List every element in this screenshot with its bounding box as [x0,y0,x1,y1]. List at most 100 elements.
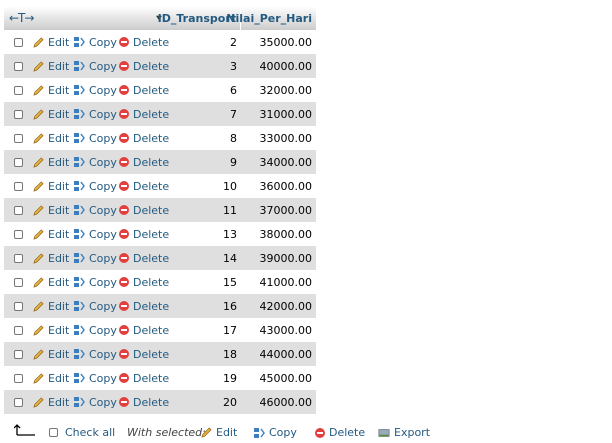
row-delete-button[interactable]: Delete [119,156,176,169]
row-edit-button[interactable]: Edit [33,372,73,385]
delete-icon [119,397,129,407]
row-delete-button[interactable]: Delete [119,324,176,337]
row-delete-button[interactable]: Delete [119,300,176,313]
row-copy-label: Copy [89,395,117,409]
delete-icon [119,229,129,239]
row-checkbox[interactable] [14,301,23,311]
delete-icon [119,181,129,191]
bulk-edit-button[interactable]: Edit [201,426,237,439]
row-checkbox[interactable] [14,253,23,263]
row-copy-button[interactable]: Copy [73,84,119,97]
row-checkbox[interactable] [14,157,23,167]
row-checkbox-cell [4,301,33,311]
delete-icon [119,301,129,311]
row-delete-button[interactable]: Delete [119,84,176,97]
row-delete-button[interactable]: Delete [119,252,176,265]
row-delete-button[interactable]: Delete [119,204,176,217]
row-checkbox-cell [4,37,33,47]
check-all-label[interactable]: Check all [65,426,115,439]
row-delete-button[interactable]: Delete [119,228,176,241]
delete-icon [119,349,129,359]
row-checkbox[interactable] [14,61,23,71]
row-delete-button[interactable]: Delete [119,372,176,385]
row-checkbox[interactable] [14,181,23,191]
row-edit-button[interactable]: Edit [33,300,73,313]
row-copy-button[interactable]: Copy [73,396,119,409]
row-edit-button[interactable]: Edit [33,348,73,361]
row-checkbox-cell [4,157,33,167]
bulk-delete-button[interactable]: Delete [315,426,365,439]
row-edit-button[interactable]: Edit [33,180,73,193]
bulk-copy-label: Copy [269,426,297,439]
row-delete-button[interactable]: Delete [119,348,176,361]
row-delete-button[interactable]: Delete [119,36,176,49]
row-checkbox[interactable] [14,373,23,383]
cell-id-transport: 18 [223,347,237,361]
row-copy-button[interactable]: Copy [73,132,119,145]
row-copy-button[interactable]: Copy [73,60,119,73]
row-copy-button[interactable]: Copy [73,108,119,121]
row-copy-button[interactable]: Copy [73,276,119,289]
row-edit-button[interactable]: Edit [33,36,73,49]
row-copy-button[interactable]: Copy [73,180,119,193]
row-edit-label: Edit [48,59,70,73]
row-delete-label: Delete [133,251,170,265]
row-delete-button[interactable]: Delete [119,132,176,145]
row-edit-button[interactable]: Edit [33,396,73,409]
row-checkbox[interactable] [14,37,23,47]
column-header-nilai-per-hari[interactable]: Nilai_Per_Hari [226,6,316,30]
row-delete-button[interactable]: Delete [119,396,176,409]
row-checkbox[interactable] [14,349,23,359]
row-edit-button[interactable]: Edit [33,132,73,145]
row-checkbox[interactable] [14,229,23,239]
pencil-icon [33,396,44,408]
row-edit-button[interactable]: Edit [33,252,73,265]
row-delete-button[interactable]: Delete [119,276,176,289]
row-checkbox[interactable] [14,397,23,407]
row-checkbox[interactable] [14,325,23,335]
row-edit-button[interactable]: Edit [33,108,73,121]
pencil-icon [33,324,44,336]
cell-nilai-per-hari: 46000.00 [259,395,313,409]
row-checkbox[interactable] [14,85,23,95]
column-arrows-toggle[interactable]: ←T→ [4,6,156,30]
row-copy-button[interactable]: Copy [73,228,119,241]
row-copy-button[interactable]: Copy [73,372,119,385]
row-copy-label: Copy [89,347,117,361]
row-delete-label: Delete [133,107,170,121]
bulk-export-button[interactable]: Export [378,426,430,439]
row-copy-button[interactable]: Copy [73,204,119,217]
with-selected-label: With selected: [127,426,206,439]
row-edit-button[interactable]: Edit [33,204,73,217]
row-copy-button[interactable]: Copy [73,156,119,169]
row-delete-button[interactable]: Delete [119,108,176,121]
row-copy-button[interactable]: Copy [73,348,119,361]
pencil-icon [33,36,44,48]
row-checkbox[interactable] [14,109,23,119]
row-edit-button[interactable]: Edit [33,156,73,169]
row-delete-button[interactable]: Delete [119,180,176,193]
pencil-icon [33,252,44,264]
row-edit-button[interactable]: Edit [33,276,73,289]
row-edit-button[interactable]: Edit [33,84,73,97]
row-copy-button[interactable]: Copy [73,252,119,265]
pencil-icon [33,60,44,72]
row-copy-button[interactable]: Copy [73,36,119,49]
delete-icon [119,277,129,287]
row-edit-button[interactable]: Edit [33,228,73,241]
row-edit-label: Edit [48,203,70,217]
row-checkbox[interactable] [14,277,23,287]
row-copy-button[interactable]: Copy [73,324,119,337]
row-copy-button[interactable]: Copy [73,300,119,313]
pencil-icon [33,372,44,384]
row-edit-button[interactable]: Edit [33,60,73,73]
table-row: Edit Copy Delete 2 35000.00 [4,30,316,54]
table-row: Edit Copy Delete 7 31000.00 [4,102,316,126]
row-checkbox[interactable] [14,133,23,143]
check-all-checkbox[interactable] [49,428,58,437]
row-delete-button[interactable]: Delete [119,60,176,73]
cell-nilai-per-hari: 35000.00 [259,35,313,49]
bulk-copy-button[interactable]: Copy [253,426,297,439]
row-edit-button[interactable]: Edit [33,324,73,337]
row-checkbox[interactable] [14,205,23,215]
